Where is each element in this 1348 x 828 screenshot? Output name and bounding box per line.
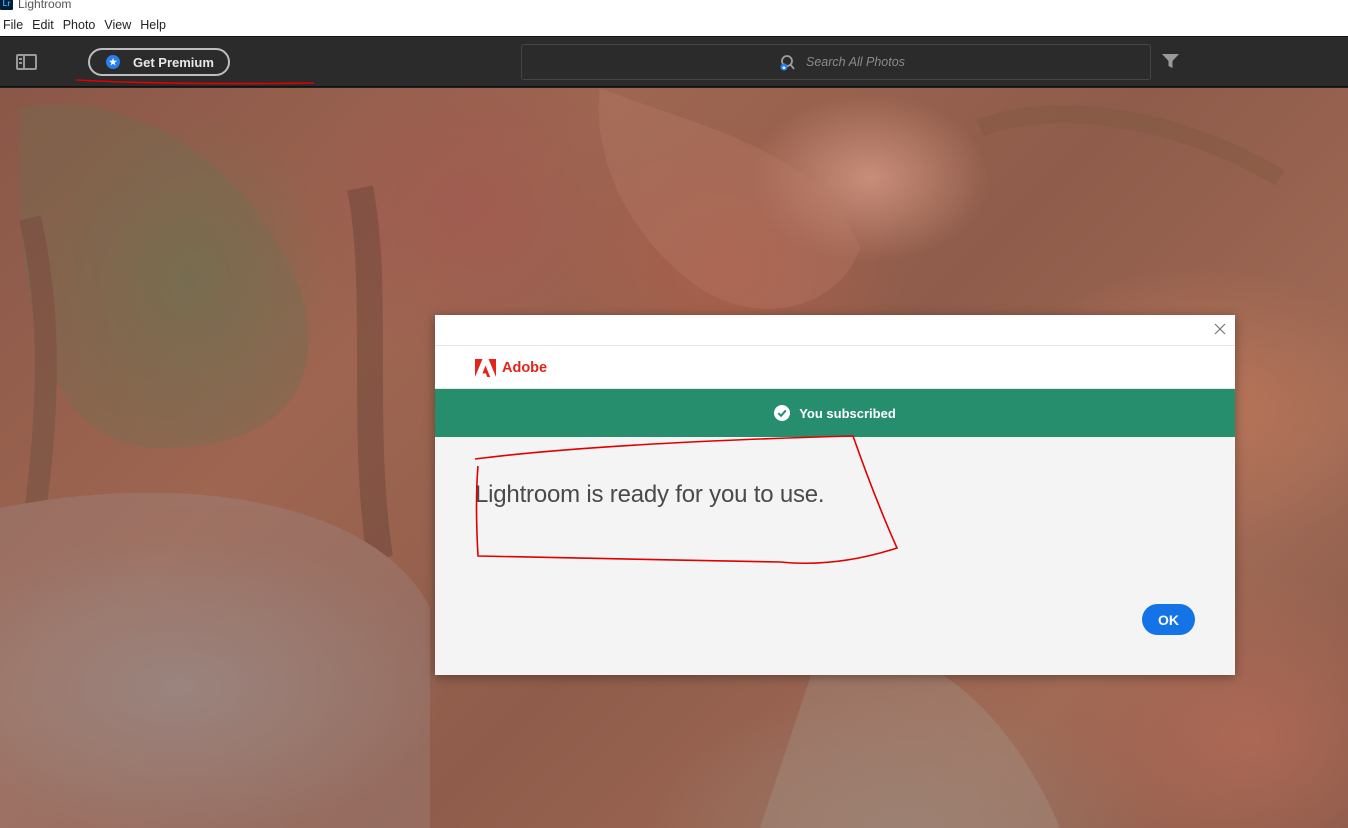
window-title: Lightroom — [18, 0, 72, 11]
success-banner: You subscribed — [435, 389, 1235, 437]
menu-file[interactable]: File — [0, 14, 29, 36]
dialog-divider — [435, 345, 1235, 346]
subscription-dialog: Adobe You subscribed Lightroom is ready … — [435, 315, 1235, 675]
menu-bar: File Edit Photo View Help — [0, 14, 1348, 36]
top-toolbar: ★ Get Premium ★ Search All Photos — [0, 36, 1348, 87]
menu-view[interactable]: View — [101, 14, 137, 36]
checkmark-circle-icon — [774, 405, 791, 421]
close-icon[interactable] — [1213, 322, 1227, 336]
search-people-icon: ★ — [780, 55, 795, 71]
menu-edit[interactable]: Edit — [29, 14, 60, 36]
dialog-message: Lightroom is ready for you to use. — [475, 481, 825, 508]
sidebar-panel-icon[interactable] — [16, 54, 37, 70]
filter-funnel-icon[interactable] — [1162, 54, 1179, 69]
search-input[interactable]: ★ Search All Photos — [521, 44, 1151, 80]
title-bar: Lr Lightroom — [0, 0, 1348, 14]
menu-photo[interactable]: Photo — [60, 14, 102, 36]
banner-text: You subscribed — [799, 405, 896, 421]
dialog-header: Adobe — [435, 315, 1235, 389]
get-premium-label: Get Premium — [133, 54, 214, 70]
adobe-brand-label: Adobe — [502, 360, 548, 376]
adobe-logo-icon — [475, 359, 496, 377]
ok-button[interactable]: OK — [1142, 604, 1195, 635]
search-placeholder: Search All Photos — [806, 55, 905, 69]
get-premium-button[interactable]: ★ Get Premium — [88, 48, 230, 76]
lightroom-logo-icon: Lr — [0, 0, 13, 10]
star-icon: ★ — [106, 55, 120, 69]
svg-text:★: ★ — [782, 65, 787, 71]
menu-help[interactable]: Help — [137, 14, 172, 36]
